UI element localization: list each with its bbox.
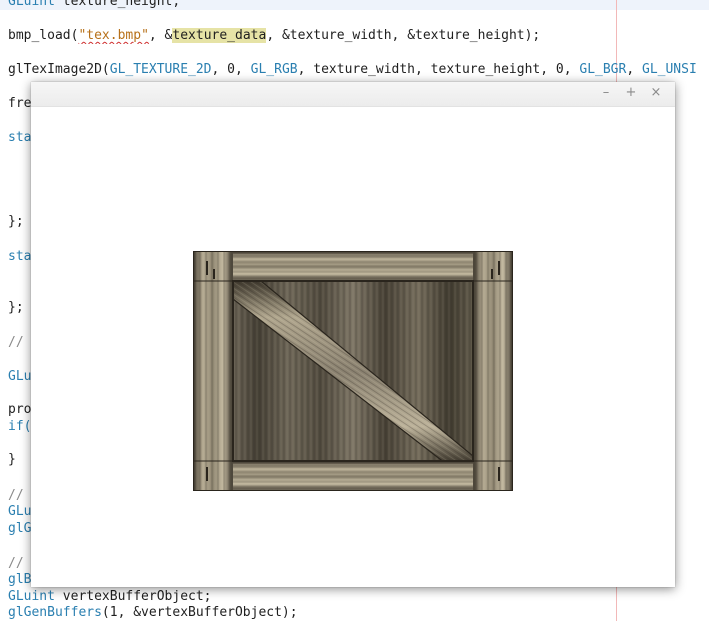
render-viewport [31,107,675,587]
code-token: // [8,556,24,571]
code-line[interactable]: }; [8,214,24,230]
code-line[interactable]: GLu [8,369,31,385]
code-token: vertexBufferObject; [54,589,212,604]
code-token: pro [8,402,32,417]
code-line[interactable]: }; [8,300,24,316]
window-titlebar[interactable]: – + × [31,82,675,107]
code-token: sta [8,249,32,264]
code-line[interactable]: if( [8,419,31,435]
code-token: glB [8,572,32,587]
code-token: glGenBuffers [8,605,102,620]
code-line[interactable]: sta [8,130,31,146]
code-token: , 0, [211,62,251,77]
maximize-button[interactable]: + [624,86,638,100]
texture-preview-window[interactable]: – + × [31,82,675,587]
code-token: sta [8,130,32,145]
code-token: }; [8,300,24,315]
code-token: GL_RGB [250,62,298,77]
code-line[interactable]: bmp_load("tex.bmp", &texture_data, &text… [8,28,540,44]
code-line[interactable]: sta [8,249,31,265]
code-line[interactable]: GLu [8,504,31,520]
close-button[interactable]: × [649,86,663,100]
code-line[interactable]: } [8,452,16,468]
code-line[interactable]: // [8,488,24,504]
code-token: "tex.bmp" [78,28,149,43]
code-token: // [8,335,24,350]
code-token: } [8,452,16,467]
minimize-button[interactable]: – [599,86,613,100]
code-line[interactable]: // [8,556,24,572]
code-line[interactable]: glG [8,521,31,537]
code-token: GLu [8,369,32,384]
code-token: if( [8,419,32,434]
code-token: texture_height; [54,0,181,9]
code-token: , & [148,28,173,43]
code-token: GLuint [8,589,55,604]
code-token: GL_BGR [579,62,627,77]
code-token: glG [8,521,32,536]
code-line[interactable]: glTexImage2D(GL_TEXTURE_2D, 0, GL_RGB, t… [8,62,697,78]
code-token: GL_TEXTURE_2D [109,62,212,77]
code-token: fre [8,96,32,111]
code-token: // [8,488,24,503]
code-token: GLuint [8,0,55,9]
code-line[interactable]: GLuint texture_height; [8,0,180,10]
code-line[interactable]: glB [8,572,31,588]
code-token: GL_UNSI [642,62,697,77]
wooden-crate-texture [193,251,513,491]
code-token: glTexImage2D( [8,62,110,77]
code-token: texture_data [172,28,267,43]
code-token: , [626,62,642,77]
code-token: (1, &vertexBufferObject); [101,605,298,620]
code-token: , texture_width, texture_height, 0, [297,62,580,77]
code-token: , &texture_width, &texture_height); [266,28,541,43]
code-line[interactable]: pro [8,402,31,418]
code-line[interactable]: // [8,335,24,351]
code-line[interactable]: GLuint vertexBufferObject; [8,589,212,605]
code-line[interactable]: glGenBuffers(1, &vertexBufferObject); [8,605,298,621]
code-line[interactable]: fre [8,96,31,112]
code-token: bmp_load( [8,28,79,43]
code-token: GLu [8,504,32,519]
code-token: }; [8,214,24,229]
